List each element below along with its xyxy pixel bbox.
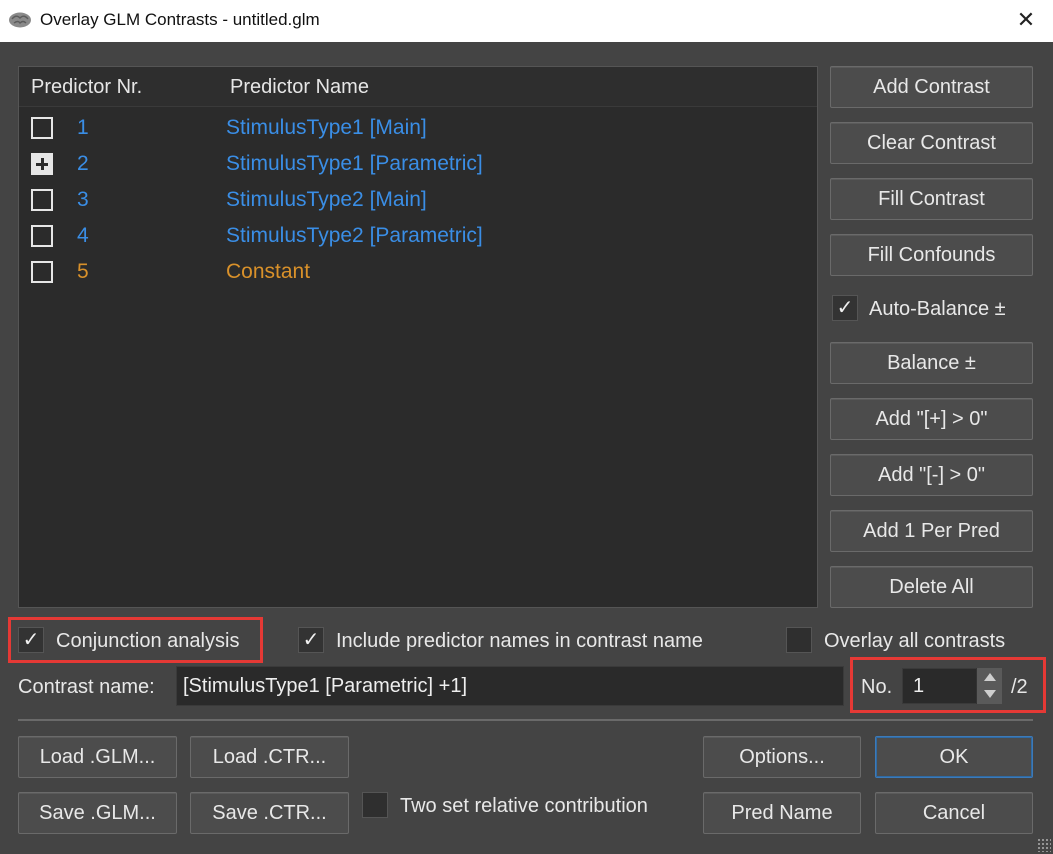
predictor-nr: 2 (77, 152, 89, 175)
row-checkbox[interactable] (31, 189, 53, 211)
contrast-no-label: No. (861, 676, 893, 698)
predictor-row[interactable]: 1 StimulusType1 [Main] (19, 111, 817, 147)
fill-confounds-button[interactable]: Fill Confounds (830, 234, 1033, 276)
auto-balance-checkbox[interactable]: ✓ (832, 295, 858, 321)
pred-name-button[interactable]: Pred Name (703, 792, 861, 834)
contrast-no-stepper[interactable] (976, 668, 1002, 704)
overlay-all-checkbox[interactable] (786, 627, 812, 653)
dialog-body: Predictor Nr. Predictor Name 1 StimulusT… (0, 42, 1053, 854)
close-button[interactable]: ✕ (1013, 6, 1039, 34)
divider (18, 719, 1033, 721)
load-ctr-button[interactable]: Load .CTR... (190, 736, 349, 778)
add-per-pred-button[interactable]: Add 1 Per Pred (830, 510, 1033, 552)
predictor-name: StimulusType2 [Main] (226, 188, 427, 211)
contrast-total: /2 (1011, 676, 1028, 698)
load-glm-button[interactable]: Load .GLM... (18, 736, 177, 778)
title-bar: Overlay GLM Contrasts - untitled.glm ✕ (0, 0, 1053, 42)
save-glm-button[interactable]: Save .GLM... (18, 792, 177, 834)
two-set-checkbox[interactable] (362, 792, 388, 818)
add-negative-button[interactable]: Add "[-] > 0" (830, 454, 1033, 496)
add-positive-button[interactable]: Add "[+] > 0" (830, 398, 1033, 440)
predictor-list[interactable]: Predictor Nr. Predictor Name 1 StimulusT… (18, 66, 818, 608)
predictor-row[interactable]: 5 Constant (19, 255, 817, 291)
resize-grip-icon[interactable] (1037, 838, 1051, 852)
delete-all-button[interactable]: Delete All (830, 566, 1033, 608)
conjunction-checkbox[interactable]: ✓ (18, 627, 44, 653)
predictor-row[interactable]: 3 StimulusType2 [Main] (19, 183, 817, 219)
column-header-predictor-nr[interactable]: Predictor Nr. (31, 76, 142, 99)
row-checkbox[interactable] (31, 225, 53, 247)
window-title: Overlay GLM Contrasts - untitled.glm (40, 10, 320, 29)
two-set-label: Two set relative contribution (400, 795, 648, 817)
predictor-row[interactable]: 4 StimulusType2 [Parametric] (19, 219, 817, 255)
predictor-nr: 1 (77, 116, 89, 139)
predictor-name: StimulusType1 [Parametric] (226, 152, 483, 175)
chevron-up-icon[interactable] (977, 668, 1003, 686)
predictor-name: StimulusType2 [Parametric] (226, 224, 483, 247)
cancel-button[interactable]: Cancel (875, 792, 1033, 834)
chevron-down-icon[interactable] (977, 686, 1003, 704)
list-header: Predictor Nr. Predictor Name (19, 67, 817, 107)
contrast-name-input[interactable]: [StimulusType1 [Parametric] +1] (176, 666, 844, 706)
predictor-name: StimulusType1 [Main] (226, 116, 427, 139)
auto-balance-label: Auto-Balance ± (869, 298, 1006, 320)
row-checkbox-plus[interactable] (31, 153, 53, 175)
clear-contrast-button[interactable]: Clear Contrast (830, 122, 1033, 164)
overlay-all-label: Overlay all contrasts (824, 630, 1006, 652)
predictor-name: Constant (226, 260, 311, 283)
balance-button[interactable]: Balance ± (830, 342, 1033, 384)
include-names-label: Include predictor names in contrast name (336, 630, 703, 652)
predictor-nr: 5 (77, 260, 89, 283)
predictor-nr: 3 (77, 188, 89, 211)
predictor-row[interactable]: 2 StimulusType1 [Parametric] (19, 147, 817, 183)
ok-button[interactable]: OK (875, 736, 1033, 778)
close-icon: ✕ (1016, 7, 1036, 32)
save-ctr-button[interactable]: Save .CTR... (190, 792, 349, 834)
include-names-checkbox[interactable]: ✓ (298, 627, 324, 653)
column-header-predictor-name[interactable]: Predictor Name (230, 76, 369, 99)
conjunction-label: Conjunction analysis (56, 630, 240, 652)
brain-icon (9, 12, 31, 28)
row-checkbox[interactable] (31, 261, 53, 283)
row-checkbox[interactable] (31, 117, 53, 139)
predictor-nr: 4 (77, 224, 89, 247)
fill-contrast-button[interactable]: Fill Contrast (830, 178, 1033, 220)
contrast-name-label: Contrast name: (18, 676, 155, 698)
options-button[interactable]: Options... (703, 736, 861, 778)
add-contrast-button[interactable]: Add Contrast (830, 66, 1033, 108)
